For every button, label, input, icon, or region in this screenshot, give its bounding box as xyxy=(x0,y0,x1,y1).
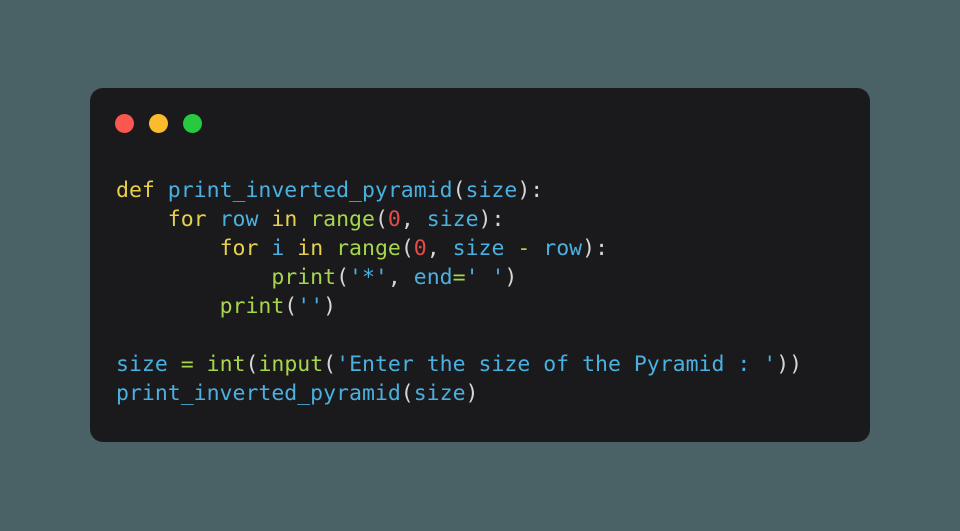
string-empty: '' xyxy=(297,294,324,319)
paren-open: ( xyxy=(284,294,298,319)
builtin-print: print xyxy=(271,265,337,290)
code-line-6-blank xyxy=(116,321,860,350)
paren-open: ( xyxy=(245,352,259,377)
builtin-range: range xyxy=(336,236,401,261)
paren-close: ) xyxy=(465,381,479,406)
code-line-1: def print_inverted_pyramid(size): xyxy=(116,176,860,205)
code-block: def print_inverted_pyramid(size): for ro… xyxy=(116,176,860,408)
code-line-2: for row in range(0, size): xyxy=(116,205,860,234)
operator-assign: = xyxy=(180,352,194,377)
arg-size: size xyxy=(452,236,505,261)
code-line-3: for i in range(0, size - row): xyxy=(116,234,860,263)
function-call-print-inverted-pyramid: print_inverted_pyramid xyxy=(116,381,401,406)
var-i: i xyxy=(271,236,285,261)
close-traffic-light-icon[interactable] xyxy=(115,114,134,133)
paren-open: ( xyxy=(400,236,414,261)
operator-minus: - xyxy=(517,236,531,261)
keyword-in: in xyxy=(271,207,298,232)
var-row: row xyxy=(219,207,259,232)
operator-equals: = xyxy=(452,265,466,290)
code-window-card: def print_inverted_pyramid(size): for ro… xyxy=(90,88,870,442)
window-titlebar xyxy=(115,114,202,133)
string-space: ' ' xyxy=(465,265,505,290)
code-line-7: size = int(input('Enter the size of the … xyxy=(116,350,860,379)
kwarg-end: end xyxy=(413,265,453,290)
builtin-range: range xyxy=(310,207,375,232)
screenshot-stage: def print_inverted_pyramid(size): for ro… xyxy=(0,0,960,531)
maximize-traffic-light-icon[interactable] xyxy=(183,114,202,133)
colon: : xyxy=(491,207,505,232)
comma: , xyxy=(387,265,414,290)
number-zero: 0 xyxy=(387,207,401,232)
code-line-8: print_inverted_pyramid(size) xyxy=(116,379,860,408)
builtin-input: input xyxy=(258,352,324,377)
function-name-print-inverted-pyramid: print_inverted_pyramid xyxy=(167,178,453,203)
builtin-int: int xyxy=(206,352,246,377)
paren-open: ( xyxy=(336,265,350,290)
paren-open: ( xyxy=(323,352,337,377)
colon: : xyxy=(595,236,609,261)
param-size: size xyxy=(465,178,518,203)
code-line-4: print('*', end=' ') xyxy=(116,263,860,292)
paren-close: ) xyxy=(582,236,596,261)
arg-size: size xyxy=(413,381,466,406)
code-line-5: print('') xyxy=(116,292,860,321)
keyword-for: for xyxy=(167,207,207,232)
string-prompt: 'Enter the size of the Pyramid : ' xyxy=(336,352,777,377)
paren-open: ( xyxy=(400,381,414,406)
keyword-def: def xyxy=(116,178,155,203)
minimize-traffic-light-icon[interactable] xyxy=(149,114,168,133)
paren-close: ) xyxy=(478,207,492,232)
code-content-area[interactable]: def print_inverted_pyramid(size): for ro… xyxy=(116,176,860,408)
paren-open: ( xyxy=(374,207,388,232)
keyword-in: in xyxy=(297,236,324,261)
var-size: size xyxy=(116,352,168,377)
paren-close: )) xyxy=(776,352,803,377)
comma: , xyxy=(426,236,453,261)
number-zero: 0 xyxy=(413,236,427,261)
paren-close: ) xyxy=(517,178,531,203)
colon: : xyxy=(530,178,544,203)
paren-close: ) xyxy=(504,265,518,290)
comma: , xyxy=(400,207,427,232)
builtin-print: print xyxy=(219,294,285,319)
arg-size: size xyxy=(426,207,479,232)
string-asterisk: '*' xyxy=(349,265,388,290)
paren-close: ) xyxy=(323,294,337,319)
keyword-for: for xyxy=(219,236,259,261)
arg-row: row xyxy=(543,236,583,261)
paren-open: ( xyxy=(452,178,466,203)
